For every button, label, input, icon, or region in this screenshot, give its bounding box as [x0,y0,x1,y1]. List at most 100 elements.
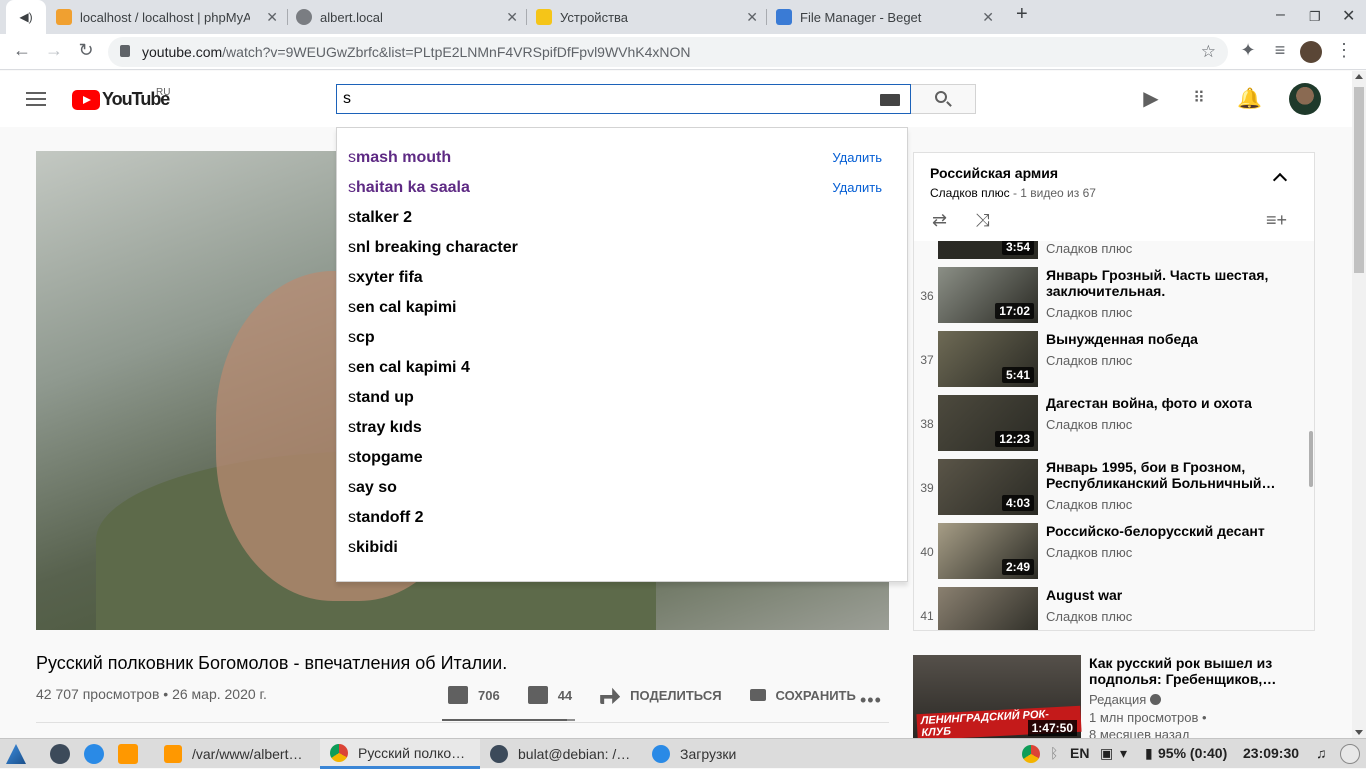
recommended-title[interactable]: Как русский рок вышел из подполья: Гребе… [1089,655,1279,687]
share-button[interactable]: ПОДЕЛИТЬСЯ [600,686,722,704]
playlist-item[interactable]: 37 5:41 Вынужденная победа Сладков плюс [914,331,1314,395]
suggestion-item[interactable]: skibidi [348,533,888,563]
suggestion-item[interactable]: shaitan ka saala Удалить [348,173,888,203]
close-icon[interactable]: ✕ [266,9,278,26]
playlist-item-title[interactable]: August war [1046,587,1276,603]
recommended-video[interactable]: ЛЕНИНГРАДСКИЙ РОК-КЛУБ 1:47:50 Как русск… [913,655,1353,742]
playlist-item-channel[interactable]: Сладков плюс [1046,305,1132,320]
suggestion-item[interactable]: sen cal kapimi 4 [348,353,888,383]
playlist-channel[interactable]: Сладков плюс [930,186,1010,200]
terminal-launcher-icon[interactable] [50,744,70,764]
sublime-launcher-icon[interactable] [118,744,138,764]
close-icon[interactable]: ✕ [746,9,758,26]
collapse-chevron-icon[interactable] [1272,172,1288,188]
create-video-icon[interactable]: ▶ [1141,89,1161,109]
suggestion-item[interactable]: snl breaking character [348,233,888,263]
save-button[interactable]: СОХРАНИТЬ [749,688,856,703]
playlist-item-channel[interactable]: Сладков плюс [1046,497,1132,512]
close-icon[interactable]: ✕ [982,9,994,26]
taskbar-item-downloads[interactable]: Загрузки [652,739,802,769]
taskbar-item-browser[interactable]: Русский полко… [320,739,480,769]
start-menu-icon[interactable] [6,744,26,764]
page-scrollbar[interactable] [1352,71,1366,738]
url-text[interactable]: youtube.com/watch?v=9WEUGwZbrfc&list=PLt… [142,44,691,60]
tab-audio-active[interactable]: ◀) [6,0,46,34]
close-icon[interactable]: ✕ [506,9,518,26]
chrome-tray-icon[interactable] [1022,745,1040,763]
taskbar-item-terminal[interactable]: bulat@debian: /… [490,739,640,769]
browser-launcher-icon[interactable] [84,744,104,764]
playlist-item[interactable]: 39 4:03 Январь 1995, бои в Грозном, Респуб… [914,459,1314,523]
more-actions-icon[interactable]: ••• [860,690,882,711]
account-avatar[interactable] [1289,83,1321,115]
playlist-scrollbar[interactable] [1309,431,1313,487]
tab-devices[interactable]: Устройства ✕ [536,0,766,34]
dislike-button[interactable]: 44 [527,686,572,704]
profile-avatar[interactable] [1300,41,1322,63]
remove-suggestion-link[interactable]: Удалить [832,173,882,203]
suggestion-item[interactable]: scp [348,323,888,353]
search-button[interactable] [911,84,976,114]
extensions-icon[interactable]: ✦ [1236,40,1260,61]
music-icon[interactable]: ♫ [1316,745,1327,761]
playlist-thumbnail[interactable]: 4:03 [938,459,1038,515]
tab-phpmyadmin[interactable]: localhost / localhost | phpMyA ✕ [56,0,286,34]
scroll-down-icon[interactable] [1355,730,1363,735]
media-control-icon[interactable]: ≡ [1268,40,1292,61]
apps-grid-icon[interactable]: ⠿ [1189,89,1209,109]
reload-icon[interactable]: ↻ [74,40,98,61]
suggestion-item[interactable]: sen cal kapimi [348,293,888,323]
playlist-item-title[interactable]: Январь 1995, бои в Грозном, Республиканс… [1046,459,1276,491]
keyboard-icon[interactable] [880,94,900,106]
playlist-title[interactable]: Российская армия [930,165,1096,181]
playlist-item[interactable]: 353:54Сладков плюс [914,241,1314,267]
playlist-item[interactable]: 38 12:23 Дагестан война, фото и охота Сладк… [914,395,1314,459]
recommended-thumbnail[interactable]: ЛЕНИНГРАДСКИЙ РОК-КЛУБ 1:47:50 [913,655,1082,741]
playlist-item-channel[interactable]: Сладков плюс [1046,545,1132,560]
forward-icon[interactable]: → [42,40,66,61]
playlist-item-title[interactable]: Российско-белорусский десант [1046,523,1276,539]
tab-albert-local[interactable]: albert.local ✕ [296,0,526,34]
playlist-item-channel[interactable]: Сладков плюс [1046,241,1132,256]
bookmark-star-icon[interactable]: ☆ [1201,42,1216,62]
remove-suggestion-link[interactable]: Удалить [832,143,882,173]
maximize-icon[interactable]: ❐ [1309,9,1321,25]
playlist-thumbnail[interactable]: 17:02 [938,267,1038,323]
suggestion-item[interactable]: smash mouth Удалить [348,143,888,173]
menu-icon[interactable] [26,92,46,106]
scroll-up-icon[interactable] [1355,74,1363,79]
keyboard-layout[interactable]: EN [1070,745,1089,761]
playlist-item[interactable]: 40 2:49 Российско-белорусский десант Сладко… [914,523,1314,587]
suggestion-item[interactable]: standoff 2 [348,503,888,533]
suggestion-item[interactable]: stray kıds [348,413,888,443]
search-box[interactable] [336,84,911,114]
bluetooth-icon[interactable]: ᛒ [1050,745,1058,761]
recommended-channel[interactable]: Редакция [1089,692,1162,707]
tab-file-manager[interactable]: File Manager - Beget ✕ [776,0,1002,34]
shuffle-icon[interactable]: ⤨ [975,210,989,230]
playlist-item[interactable]: 36 17:02 Январь Грозный. Часть шестая, зак… [914,267,1314,331]
playlist-item-title[interactable]: Вынужденная победа [1046,331,1276,347]
suggestion-item[interactable]: stand up [348,383,888,413]
playlist-item-title[interactable]: Январь Грозный. Часть шестая, заключител… [1046,267,1276,299]
battery-icon[interactable]: ▮ [1145,745,1153,762]
clock[interactable]: 23:09:30 [1243,745,1299,761]
suggestion-item[interactable]: stalker 2 [348,203,888,233]
notifications-bell-icon[interactable]: 🔔 [1237,89,1262,109]
suggestion-item[interactable]: stopgame [348,443,888,473]
search-input[interactable] [343,90,843,108]
new-tab-button[interactable]: + [1016,3,1028,26]
suggestion-item[interactable]: say so [348,473,888,503]
playlist-thumbnail[interactable]: 3:54 [938,241,1038,259]
youtube-logo[interactable]: YouTube RU [72,87,170,110]
playlist-thumbnail[interactable] [938,587,1038,630]
playlist-item-channel[interactable]: Сладков плюс [1046,353,1132,368]
playlist-thumbnail[interactable]: 5:41 [938,331,1038,387]
taskbar-item-editor[interactable]: /var/www/albert… [164,739,314,769]
power-icon[interactable] [1340,744,1360,764]
wifi-icon[interactable]: ▾ [1120,745,1127,762]
minimize-icon[interactable]: – [1276,6,1285,24]
like-button[interactable]: 706 [448,686,500,704]
back-icon[interactable]: ← [10,40,34,61]
save-playlist-icon[interactable]: ≡+ [1266,210,1287,231]
